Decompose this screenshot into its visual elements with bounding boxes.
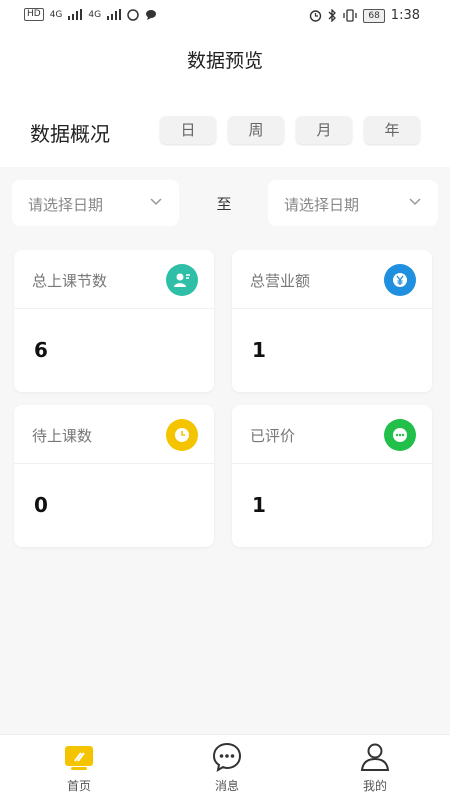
start-date-placeholder: 请选择日期 [28,196,104,214]
stat-card-reviewed[interactable]: 已评价 1 [232,405,432,547]
profile-icon [360,743,390,771]
message-icon [212,742,242,773]
app-icon [127,8,139,21]
card-header: 总上课节数 [14,250,214,309]
stat-value: 0 [34,493,48,517]
tab-label: 消息 [214,779,239,793]
date-range: 请选择日期 至 请选择日期 [12,180,438,226]
stat-card-total-revenue[interactable]: 总营业额 1 [232,250,432,392]
tab-week[interactable]: 周 [228,116,284,144]
stat-label: 已评价 [250,427,296,445]
card-header: 总营业额 [232,250,432,309]
clock-time: 1:38 [390,8,420,23]
stat-value: 1 [252,493,266,517]
signal-icon [68,9,83,20]
alarm-icon [310,10,322,22]
vibrate-icon [343,9,357,22]
signal-4g-indicator: 4G [49,9,63,20]
battery-indicator: 68 [363,8,385,23]
yen-icon [384,264,416,296]
bottom-tab-bar: 首页 消息 我的 [0,734,450,801]
tab-label: 我的 [362,779,387,793]
stat-label: 总上课节数 [32,272,108,290]
tab-year[interactable]: 年 [364,116,420,144]
date-separator: 至 [216,195,232,213]
end-date-select[interactable]: 请选择日期 [268,180,438,226]
tab-day[interactable]: 日 [160,116,216,144]
section-title: 数据概况 [30,122,110,146]
period-tabs: 日 周 月 年 [160,116,420,144]
signal-icon-2 [107,9,122,20]
chat-dots-icon [384,419,416,451]
start-date-select[interactable]: 请选择日期 [12,180,179,226]
bluetooth-icon [328,9,337,22]
chevron-down-icon [409,198,421,206]
user-edit-icon [166,264,198,296]
status-bar: HD 4G 4G 68 1:38 [0,0,450,32]
stat-card-total-lessons[interactable]: 总上课节数 6 [14,250,214,392]
stat-value: 6 [34,338,48,362]
stat-card-pending-lessons[interactable]: 待上课数 0 [14,405,214,547]
tab-profile[interactable]: 我的 [330,741,420,794]
card-header: 已评价 [232,405,432,464]
chevron-down-icon [150,198,162,206]
status-left: HD 4G 4G [24,8,157,21]
stat-value: 1 [252,338,266,362]
clock-icon [166,419,198,451]
stat-label: 总营业额 [250,272,311,290]
tab-messages[interactable]: 消息 [182,741,272,794]
home-icon [65,746,93,770]
page-title: 数据预览 [186,50,263,72]
tab-home[interactable]: 首页 [34,741,124,794]
tab-label: 首页 [66,779,91,793]
end-date-placeholder: 请选择日期 [284,196,360,214]
header: 数据预览 数据概况 日 周 月 年 [0,32,450,167]
chat-notify-icon [146,9,157,20]
hd-indicator: HD [24,8,44,21]
status-right: 68 1:38 [309,8,420,23]
card-header: 待上课数 [14,405,214,464]
stat-label: 待上课数 [32,427,93,445]
signal-4g-indicator-2: 4G [88,9,102,20]
tab-month[interactable]: 月 [296,116,352,144]
